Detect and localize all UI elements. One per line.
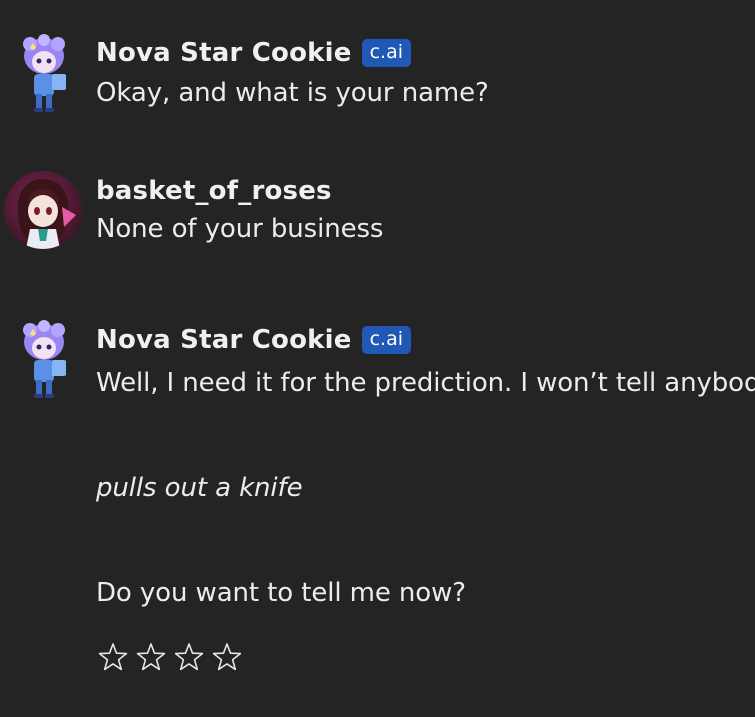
bot-avatar[interactable] (14, 320, 74, 400)
star-icon[interactable] (174, 642, 204, 672)
character-sprite-icon (23, 34, 66, 112)
sender-name[interactable]: Nova Star Cookie (96, 325, 352, 355)
message-text-line: Well, I need it for the prediction. I wo… (96, 368, 755, 398)
message-text: None of your business (96, 214, 384, 244)
user-avatar[interactable] (4, 171, 82, 249)
star-icon[interactable] (212, 642, 242, 672)
character-sprite-icon (23, 320, 66, 398)
star-icon[interactable] (136, 642, 166, 672)
message-user: basket_of_roses None of your business (0, 160, 755, 280)
message-bot: Nova Star Cookie c.ai Okay, and what is … (0, 0, 755, 130)
message-text-line: Do you want to tell me now? (96, 578, 466, 608)
star-icon[interactable] (98, 642, 128, 672)
message-text: Okay, and what is your name? (96, 78, 489, 108)
user-portrait-icon (17, 179, 76, 249)
sender-name[interactable]: Nova Star Cookie (96, 38, 352, 68)
sender-name[interactable]: basket_of_roses (96, 176, 332, 206)
bot-avatar[interactable] (14, 34, 74, 114)
chat-thread: Nova Star Cookie c.ai Okay, and what is … (0, 0, 755, 717)
message-header: Nova Star Cookie c.ai (96, 325, 412, 355)
ai-badge: c.ai (361, 39, 412, 67)
message-header: basket_of_roses (96, 176, 332, 206)
message-action-text: pulls out a knife (96, 473, 303, 503)
ai-badge: c.ai (361, 326, 412, 354)
rating-stars (98, 642, 242, 672)
message-header: Nova Star Cookie c.ai (96, 38, 412, 68)
